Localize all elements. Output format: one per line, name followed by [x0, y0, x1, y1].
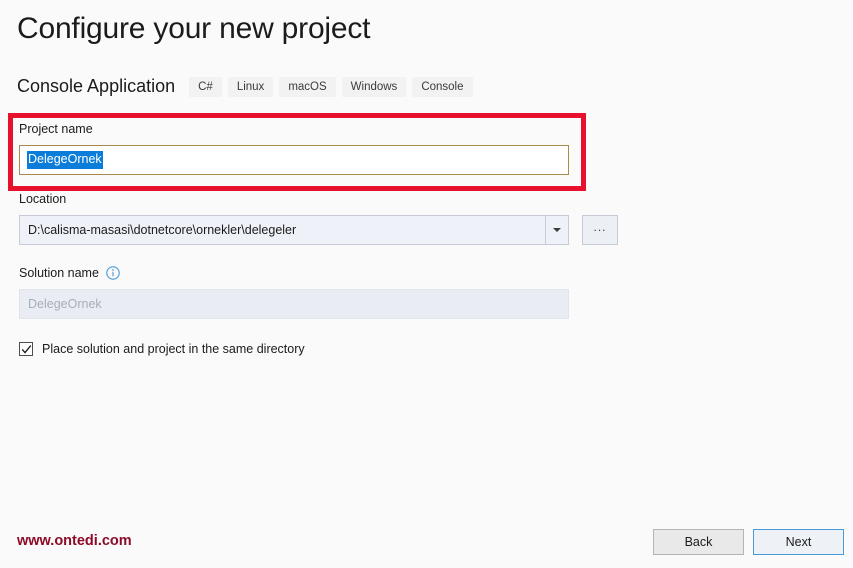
tag-windows: Windows [341, 76, 407, 97]
tag-linux: Linux [227, 76, 274, 97]
chevron-down-icon[interactable] [545, 216, 568, 244]
location-value: D:\calisma-masasi\dotnetcore\ornekler\de… [28, 223, 297, 237]
solution-name-label: Solution name [19, 266, 99, 280]
site-watermark: www.ontedi.com [17, 533, 132, 549]
template-name: Console Application [17, 76, 176, 96]
same-directory-checkbox-row[interactable]: Place solution and project in the same d… [19, 342, 305, 356]
solution-name-value: DelegeOrnek [28, 297, 102, 311]
template-tag-list: C# Linux macOS Windows Console [189, 76, 478, 97]
tag-csharp: C# [189, 76, 222, 97]
solution-name-field-group: Solution name DelegeOrnek [19, 266, 569, 319]
location-input-row: D:\calisma-masasi\dotnetcore\ornekler\de… [19, 215, 618, 245]
next-button[interactable]: Next [753, 529, 844, 555]
page-title: Configure your new project [17, 12, 371, 45]
template-summary-row: Console Application C# Linux macOS Windo… [17, 76, 479, 97]
project-name-value: DelegeOrnek [27, 151, 103, 169]
location-combobox[interactable]: D:\calisma-masasi\dotnetcore\ornekler\de… [19, 215, 569, 245]
info-icon[interactable] [106, 266, 120, 280]
same-directory-checkbox-label: Place solution and project in the same d… [42, 342, 305, 356]
wizard-footer-buttons: Back Next [653, 529, 844, 555]
tag-console: Console [412, 76, 473, 97]
project-name-input[interactable]: DelegeOrnek [19, 145, 569, 175]
tag-macos: macOS [279, 76, 336, 97]
same-directory-checkbox[interactable] [19, 342, 33, 356]
project-name-field-group: Project name DelegeOrnek [19, 122, 571, 175]
location-field-group: Location D:\calisma-masasi\dotnetcore\or… [19, 192, 618, 245]
location-label: Location [19, 192, 67, 206]
back-button[interactable]: Back [653, 529, 744, 555]
project-name-label: Project name [19, 122, 93, 136]
solution-name-label-row: Solution name [19, 266, 569, 280]
solution-name-input: DelegeOrnek [19, 289, 569, 319]
browse-location-button[interactable]: ... [582, 215, 618, 245]
